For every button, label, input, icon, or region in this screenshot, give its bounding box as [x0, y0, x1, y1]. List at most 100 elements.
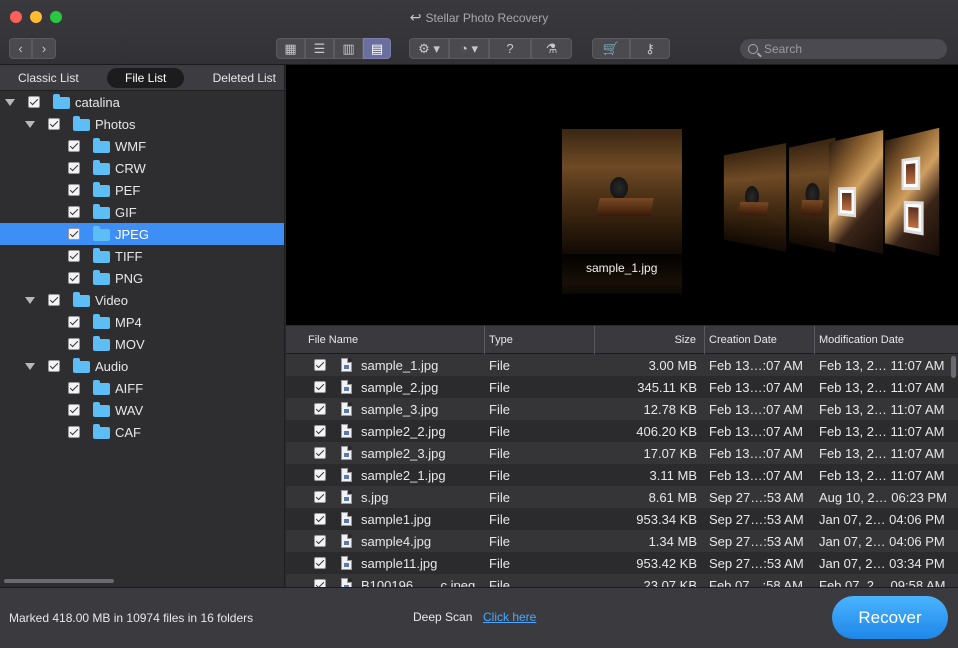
deep-scan-link[interactable]: Click here	[483, 610, 536, 624]
table-row[interactable]: sample4.jpg File 1.34 MB Sep 27…:53 AM Jan 0…	[286, 530, 958, 552]
preview-image-side[interactable]	[723, 142, 787, 253]
cell-creation-date: Feb 13…:07 AM	[709, 379, 803, 395]
preview-image-side[interactable]	[828, 130, 884, 254]
image-file-icon	[341, 512, 352, 526]
row-checkbox[interactable]	[314, 513, 326, 525]
disclosure-triangle-icon[interactable]	[25, 297, 35, 304]
disclosure-triangle-icon[interactable]	[25, 121, 35, 128]
preview-image-side[interactable]	[884, 127, 940, 257]
disclosure-triangle-icon[interactable]	[25, 363, 35, 370]
tree-item[interactable]: Video	[0, 289, 284, 311]
table-row[interactable]: B100196_…_c.jpeg File 23.07 KB Feb 07…:58 A…	[286, 574, 958, 587]
row-checkbox[interactable]	[314, 557, 326, 569]
history-icon: ◔ ▾	[460, 40, 478, 56]
tree-item[interactable]: WMF	[0, 135, 284, 157]
table-row[interactable]: sample11.jpg File 953.42 KB Sep 27…:53 AM Ja…	[286, 552, 958, 574]
row-checkbox[interactable]	[314, 381, 326, 393]
vertical-scrollbar[interactable]	[951, 356, 956, 378]
tree-item-label: Audio	[95, 358, 129, 374]
tab-deleted-list[interactable]: Deleted List	[213, 71, 276, 85]
table-row[interactable]: sample2_2.jpg File 406.20 KB Feb 13…:07 AM F…	[286, 420, 958, 442]
icon-view-button[interactable]: ▦	[276, 38, 305, 59]
tree-checkbox[interactable]	[68, 184, 80, 196]
row-checkbox[interactable]	[314, 403, 326, 415]
chevron-left-icon: ‹	[18, 41, 23, 56]
column-header-creation-date[interactable]: Creation Date	[705, 326, 815, 354]
column-header-file-name[interactable]: File Name	[286, 326, 485, 354]
cell-size: 8.61 MB	[648, 489, 697, 505]
tree-checkbox[interactable]	[68, 162, 80, 174]
tree-item[interactable]: TIFF	[0, 245, 284, 267]
tree-checkbox[interactable]	[68, 338, 80, 350]
tab-classic-list[interactable]: Classic List	[18, 71, 79, 85]
tree-item[interactable]: catalina	[0, 91, 284, 113]
table-row[interactable]: sample2_1.jpg File 3.11 MB Feb 13…:07 AM Feb…	[286, 464, 958, 486]
folder-icon	[93, 314, 110, 329]
activate-button[interactable]: ⚷	[630, 38, 670, 59]
table-row[interactable]: sample_2.jpg File 345.11 KB Feb 13…:07 AM Fe…	[286, 376, 958, 398]
tree-checkbox[interactable]	[48, 294, 60, 306]
folder-icon	[93, 182, 110, 197]
column-header-modification-date[interactable]: Modification Date	[815, 326, 958, 354]
settings-menu-button[interactable]: ⚙ ▾	[409, 38, 449, 59]
tree-item[interactable]: MOV	[0, 333, 284, 355]
list-view-button[interactable]: ☰	[305, 38, 334, 59]
tree-checkbox[interactable]	[68, 250, 80, 262]
search-field[interactable]	[740, 39, 947, 59]
tree-checkbox[interactable]	[68, 316, 80, 328]
grid-icon: ▦	[284, 40, 297, 56]
back-button[interactable]: ‹	[9, 38, 32, 59]
help-button[interactable]: ?	[489, 38, 531, 59]
preview-image-selected[interactable]	[562, 129, 682, 254]
disclosure-triangle-icon[interactable]	[5, 99, 15, 106]
row-checkbox[interactable]	[314, 469, 326, 481]
tree-checkbox[interactable]	[48, 360, 60, 372]
tree-checkbox[interactable]	[68, 426, 80, 438]
table-row[interactable]: sample1.jpg File 953.34 KB Sep 27…:53 AM Jan…	[286, 508, 958, 530]
folder-icon	[93, 226, 110, 241]
buy-button[interactable]: 🛒	[592, 38, 630, 59]
tree-item[interactable]: JPEG	[0, 223, 284, 245]
row-checkbox[interactable]	[314, 359, 326, 371]
tree-checkbox[interactable]	[68, 228, 80, 240]
table-row[interactable]: sample2_3.jpg File 17.07 KB Feb 13…:07 AM Fe…	[286, 442, 958, 464]
table-row[interactable]: sample_1.jpg File 3.00 MB Feb 13…:07 AM Feb …	[286, 354, 958, 376]
tree-item[interactable]: AIFF	[0, 377, 284, 399]
row-checkbox[interactable]	[314, 425, 326, 437]
row-checkbox[interactable]	[314, 579, 326, 587]
table-row[interactable]: sample_3.jpg File 12.78 KB Feb 13…:07 AM Feb…	[286, 398, 958, 420]
row-checkbox[interactable]	[314, 447, 326, 459]
horizontal-scrollbar[interactable]	[4, 579, 114, 583]
recover-button[interactable]: Recover	[832, 596, 948, 639]
tree-checkbox[interactable]	[68, 272, 80, 284]
tab-file-list[interactable]: File List	[106, 67, 185, 88]
column-header-type[interactable]: Type	[485, 326, 595, 354]
tree-item[interactable]: Audio	[0, 355, 284, 377]
tree-checkbox[interactable]	[68, 382, 80, 394]
tree-item[interactable]: PNG	[0, 267, 284, 289]
tree-checkbox[interactable]	[48, 118, 60, 130]
tree-item[interactable]: Photos	[0, 113, 284, 135]
tree-item[interactable]: CRW	[0, 157, 284, 179]
tree-checkbox[interactable]	[68, 140, 80, 152]
tree-item[interactable]: MP4	[0, 311, 284, 333]
tree-item[interactable]: CAF	[0, 421, 284, 443]
forward-button[interactable]: ›	[32, 38, 56, 59]
tree-item[interactable]: PEF	[0, 179, 284, 201]
scan-button[interactable]: ⚗	[531, 38, 572, 59]
history-menu-button[interactable]: ◔ ▾	[449, 38, 489, 59]
coverflow-view-button[interactable]: ▤	[363, 38, 391, 59]
row-checkbox[interactable]	[314, 535, 326, 547]
tree-checkbox[interactable]	[68, 404, 80, 416]
cell-size: 3.00 MB	[648, 357, 697, 373]
tree-item[interactable]: GIF	[0, 201, 284, 223]
column-view-button[interactable]: ▥	[334, 38, 363, 59]
tree-checkbox[interactable]	[68, 206, 80, 218]
tree-item-label: JPEG	[115, 226, 149, 242]
table-row[interactable]: s.jpg File 8.61 MB Sep 27…:53 AM Aug 10, 2… …	[286, 486, 958, 508]
tree-item[interactable]: WAV	[0, 399, 284, 421]
tree-checkbox[interactable]	[28, 96, 40, 108]
search-input[interactable]	[764, 42, 934, 56]
column-header-size[interactable]: Size	[595, 326, 705, 354]
row-checkbox[interactable]	[314, 491, 326, 503]
